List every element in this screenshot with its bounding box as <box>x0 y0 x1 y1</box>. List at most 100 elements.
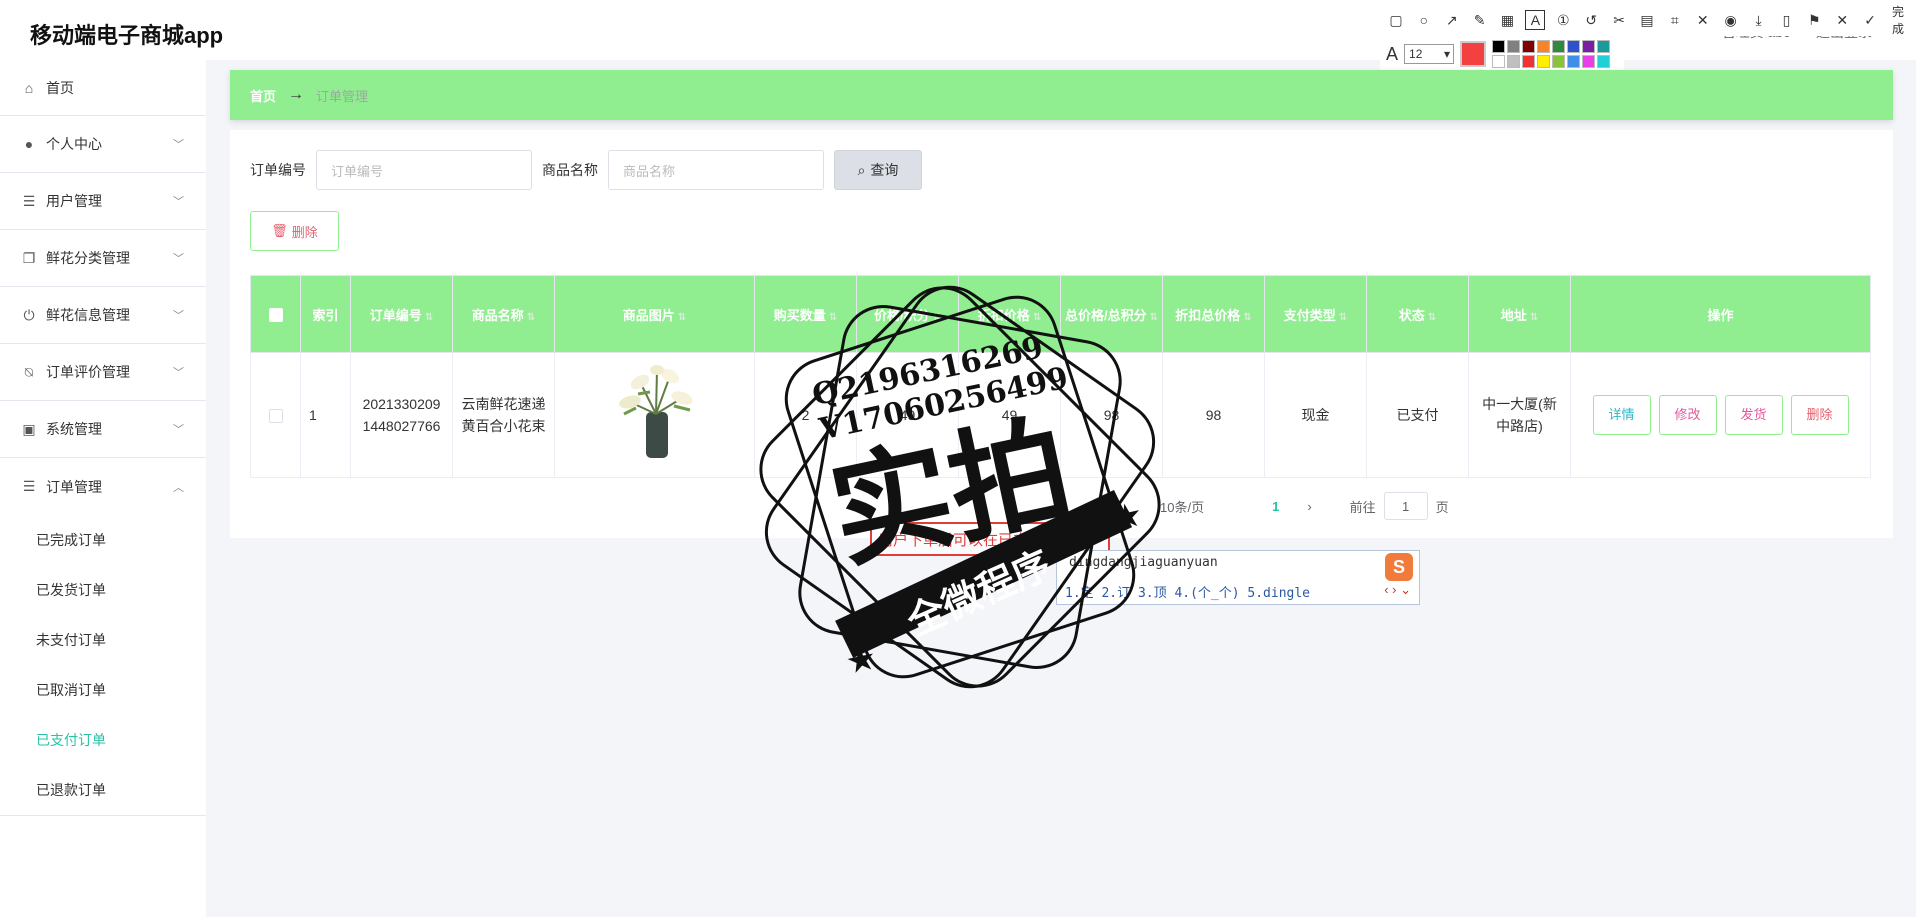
palette-swatch[interactable] <box>1522 55 1536 68</box>
product-name-input[interactable]: 商品名称 <box>608 150 824 190</box>
sogou-logo-icon: S <box>1385 553 1413 581</box>
phone-icon[interactable]: ▯ <box>1776 10 1796 30</box>
palette-swatch[interactable] <box>1537 40 1551 53</box>
column-header[interactable]: 订单编号 ⇅ <box>350 275 453 353</box>
list-icon: ☰ <box>22 478 36 494</box>
row-select-cell[interactable] <box>250 352 301 478</box>
row-checkbox[interactable] <box>268 409 283 424</box>
sidebar-item-label: 订单评价管理 <box>46 364 130 380</box>
number-tool-icon[interactable]: ① <box>1553 10 1573 30</box>
pagination: 10条/页 1 › 前往 1 页 <box>1160 492 1449 520</box>
palette-swatch[interactable] <box>1492 40 1506 53</box>
palette-swatch[interactable] <box>1507 40 1521 53</box>
chevron-down-icon: ﹀ <box>173 424 184 436</box>
sidebar-item-home[interactable]: ⌂ 首页 <box>0 60 206 116</box>
rectangle-tool-icon[interactable]: ▢ <box>1386 10 1406 30</box>
undo-icon[interactable]: ↺ <box>1581 10 1601 30</box>
palette-swatch[interactable] <box>1582 55 1596 68</box>
column-header[interactable]: 地址 ⇅ <box>1468 275 1571 353</box>
download-icon[interactable]: ⤓ <box>1749 10 1769 30</box>
orders-table: 索引 订单编号 ⇅ 商品名称 ⇅ 商品图片 ⇅ 购买数量 ⇅ 价格/积分 ⇅ 折扣价格 ⇅ … <box>250 275 1871 478</box>
edit-button[interactable]: 修改 <box>1658 395 1717 435</box>
scissors-icon[interactable]: ✂ <box>1609 10 1629 30</box>
sidebar-item-users[interactable]: ☰ 用户管理 ﹀ <box>0 173 206 230</box>
calendar-x-icon: ▣ <box>22 420 36 437</box>
goto-label: 前往 <box>1349 499 1376 515</box>
ime-nav-arrows[interactable]: ‹ › ⌄ <box>1384 582 1411 598</box>
mosaic-tool-icon[interactable]: ▦ <box>1498 10 1518 30</box>
ocr-icon[interactable]: ▤ <box>1637 10 1657 30</box>
power-icon: ⏻ <box>23 306 35 323</box>
sidebar-item-flowers[interactable]: ⏻ 鲜花信息管理 ﹀ <box>0 287 206 344</box>
select-all-header[interactable] <box>250 275 301 353</box>
sidebar-item-reviews[interactable]: ⍉ 订单评价管理 ﹀ <box>0 344 206 401</box>
cell-product-image <box>554 352 755 478</box>
breadcrumb-home[interactable]: 首页 <box>250 86 276 105</box>
sidebar-item-orders[interactable]: ☰ 订单管理 ︿ <box>0 458 206 515</box>
submenu-shipped-orders[interactable]: 已发货订单 <box>0 565 206 615</box>
order-no-label: 订单编号 <box>250 162 306 178</box>
breadcrumb-current: 订单管理 <box>316 88 369 104</box>
palette-swatch[interactable] <box>1597 55 1611 68</box>
palette-swatch[interactable] <box>1567 40 1581 53</box>
ime-candidates[interactable]: 1.定 2.订 3.顶 4.(个_个) 5.dingle <box>1065 582 1310 601</box>
bookmark-icon[interactable]: ⚑ <box>1804 10 1824 30</box>
record-icon[interactable]: ◉ <box>1721 10 1741 30</box>
sidebar-item-label: 个人中心 <box>46 136 102 152</box>
active-color-swatch[interactable] <box>1460 41 1487 67</box>
submenu-cancelled-orders[interactable]: 已取消订单 <box>0 665 206 715</box>
select-all-checkbox[interactable] <box>268 307 283 322</box>
column-header[interactable]: 商品名称 ⇅ <box>452 275 555 353</box>
sidebar-item-profile[interactable]: ● 个人中心 ﹀ <box>0 116 206 173</box>
column-header[interactable]: 价格/积分 ⇅ <box>856 275 959 353</box>
page-size-select[interactable]: 10条/页 <box>1160 497 1204 516</box>
check-icon[interactable]: ✓ <box>1860 10 1880 30</box>
palette-swatch[interactable] <box>1537 55 1551 68</box>
column-header[interactable]: 折扣价格 ⇅ <box>958 275 1061 353</box>
goto-page-input[interactable]: 1 <box>1383 492 1428 520</box>
breadcrumb: 首页 → 订单管理 <box>230 70 1893 120</box>
column-header[interactable]: 支付类型 ⇅ <box>1264 275 1367 353</box>
column-header[interactable]: 状态 ⇅ <box>1366 275 1469 353</box>
cell-address: 中一大厦(新中路店) <box>1468 352 1571 478</box>
cell-total: 98 <box>1060 352 1163 478</box>
page-current[interactable]: 1 <box>1272 499 1279 514</box>
column-header[interactable]: 折扣总价格 ⇅ <box>1162 275 1265 353</box>
order-no-input[interactable]: 订单编号 <box>316 150 532 190</box>
ellipse-tool-icon[interactable]: ○ <box>1414 10 1434 30</box>
done-label[interactable]: 完成 <box>1892 3 1916 37</box>
submenu-refunded-orders[interactable]: 已退款订单 <box>0 765 206 815</box>
submenu-completed-orders[interactable]: 已完成订单 <box>0 515 206 565</box>
detail-button[interactable]: 详情 <box>1592 395 1651 435</box>
crop-icon[interactable]: ⌗ <box>1665 10 1685 30</box>
query-button[interactable]: ⌕ 查询 <box>834 150 922 190</box>
next-page-icon[interactable]: › <box>1307 499 1311 514</box>
palette-swatch[interactable] <box>1567 55 1581 68</box>
column-header[interactable]: 总价格/总积分 ⇅ <box>1060 275 1163 353</box>
submenu-unpaid-orders[interactable]: 未支付订单 <box>0 615 206 665</box>
chevron-down-icon: ﹀ <box>173 310 184 322</box>
sidebar-item-categories[interactable]: ❐ 鲜花分类管理 ﹀ <box>0 230 206 287</box>
palette-swatch[interactable] <box>1492 55 1506 68</box>
palette-swatch[interactable] <box>1582 40 1596 53</box>
delete-row-button[interactable]: 删除 <box>1790 395 1849 435</box>
palette-swatch[interactable] <box>1552 55 1566 68</box>
column-header[interactable]: 商品图片 ⇅ <box>554 275 755 353</box>
pencil-tool-icon[interactable]: ✎ <box>1470 10 1490 30</box>
sidebar-item-system[interactable]: ▣ 系统管理 ﹀ <box>0 401 206 458</box>
ship-button[interactable]: 发货 <box>1724 395 1783 435</box>
pin-icon[interactable]: ✕ <box>1693 10 1713 30</box>
batch-delete-button[interactable]: 🗑 删除 <box>250 211 339 251</box>
palette-swatch[interactable] <box>1507 55 1521 68</box>
palette-swatch[interactable] <box>1597 40 1611 53</box>
text-tool-icon[interactable]: A <box>1525 10 1546 30</box>
palette-swatch[interactable] <box>1552 40 1566 53</box>
column-header[interactable]: 购买数量 ⇅ <box>754 275 857 353</box>
close-icon[interactable]: ✕ <box>1832 10 1852 30</box>
sidebar-item-label: 鲜花信息管理 <box>46 307 130 323</box>
arrow-tool-icon[interactable]: ↗ <box>1442 10 1462 30</box>
trash-icon: 🗑 <box>271 223 288 238</box>
font-size-select[interactable]: 12 ▾ <box>1404 44 1455 64</box>
palette-swatch[interactable] <box>1522 40 1536 53</box>
submenu-paid-orders[interactable]: 已支付订单 <box>0 715 206 765</box>
